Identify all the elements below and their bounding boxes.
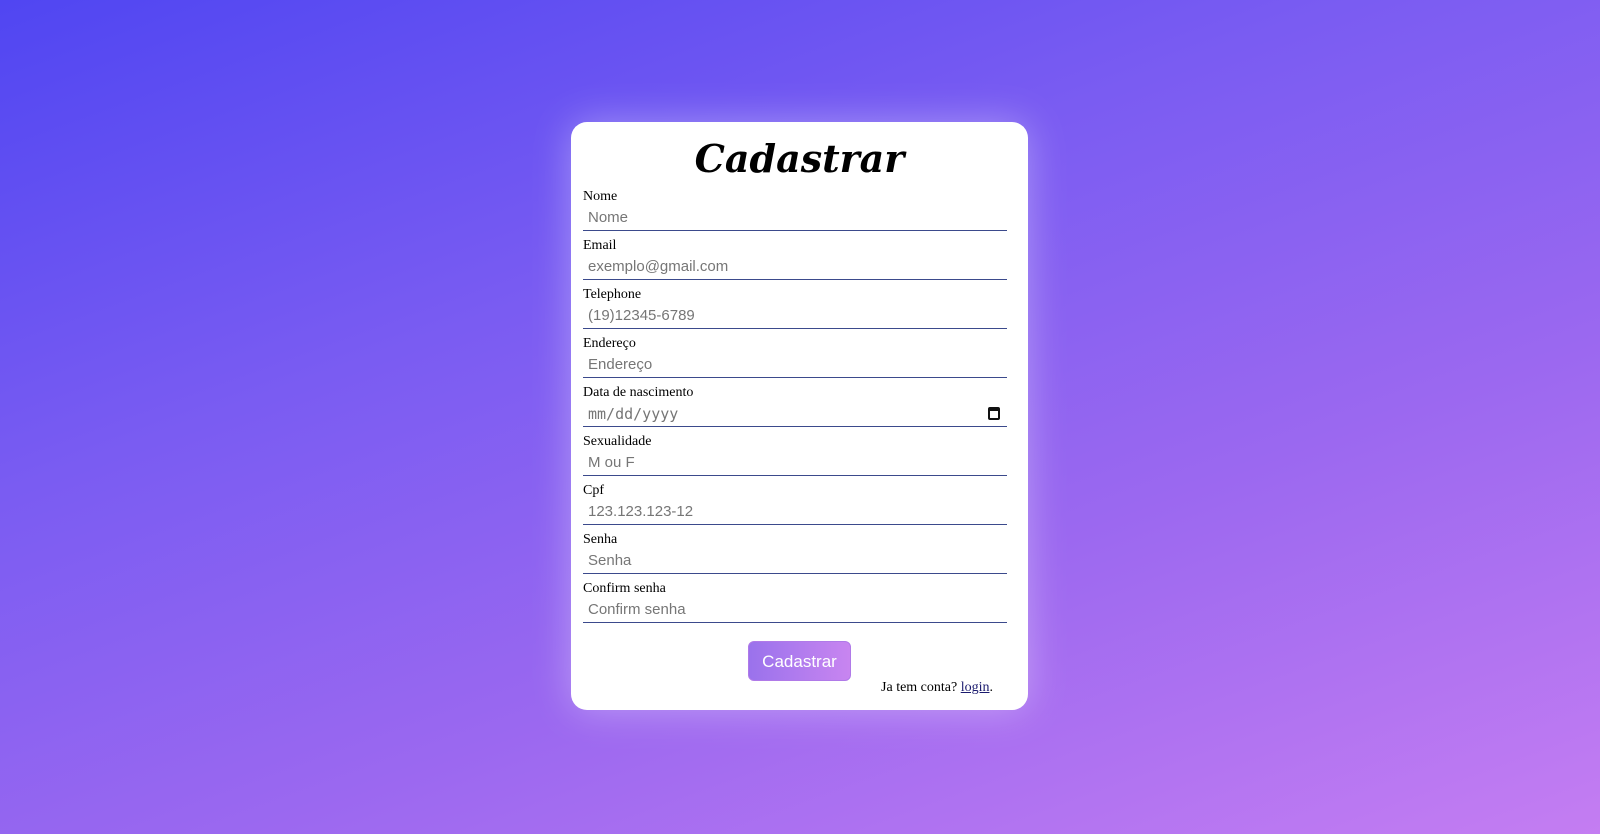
endereco-label: Endereço <box>583 336 636 351</box>
confirm-senha-input[interactable] <box>583 597 1007 623</box>
sexualidade-input[interactable] <box>583 450 1007 476</box>
field-data-nascimento: Data de nascimento mm/dd/yyyy <box>583 384 1007 431</box>
login-prompt: Ja tem conta? login. <box>881 679 993 697</box>
field-nome: Nome <box>583 188 1007 235</box>
data-nascimento-input[interactable]: mm/dd/yyyy <box>583 401 1007 427</box>
field-sexualidade: Sexualidade <box>583 433 1007 480</box>
register-card: Cadastrar Nome Email Telephone Endereço … <box>571 122 1028 710</box>
cpf-label: Cpf <box>583 483 604 498</box>
telephone-label: Telephone <box>583 287 642 302</box>
confirm-senha-label: Confirm senha <box>583 581 666 596</box>
login-suffix: . <box>989 680 994 695</box>
calendar-icon[interactable] <box>988 407 1000 420</box>
data-nascimento-label: Data de nascimento <box>583 385 694 400</box>
date-placeholder: mm/dd/yyyy <box>588 405 679 423</box>
field-email: Email <box>583 237 1007 284</box>
telephone-input[interactable] <box>583 303 1007 329</box>
page-title: Cadastrar <box>694 136 905 181</box>
field-telephone: Telephone <box>583 286 1007 333</box>
email-input[interactable] <box>583 254 1007 280</box>
cpf-input[interactable] <box>583 499 1007 525</box>
senha-label: Senha <box>583 532 618 547</box>
email-label: Email <box>583 238 617 253</box>
endereco-input[interactable] <box>583 352 1007 378</box>
field-senha: Senha <box>583 531 1007 578</box>
login-prompt-text: Ja tem conta? <box>881 680 958 695</box>
sexualidade-label: Sexualidade <box>583 434 652 449</box>
nome-input[interactable] <box>583 205 1007 231</box>
field-confirm-senha: Confirm senha <box>583 580 1007 627</box>
login-link[interactable]: login <box>961 680 990 695</box>
senha-input[interactable] <box>583 548 1007 574</box>
cadastrar-button[interactable]: Cadastrar <box>748 641 851 681</box>
field-endereco: Endereço <box>583 335 1007 382</box>
nome-label: Nome <box>583 189 618 204</box>
field-cpf: Cpf <box>583 482 1007 529</box>
